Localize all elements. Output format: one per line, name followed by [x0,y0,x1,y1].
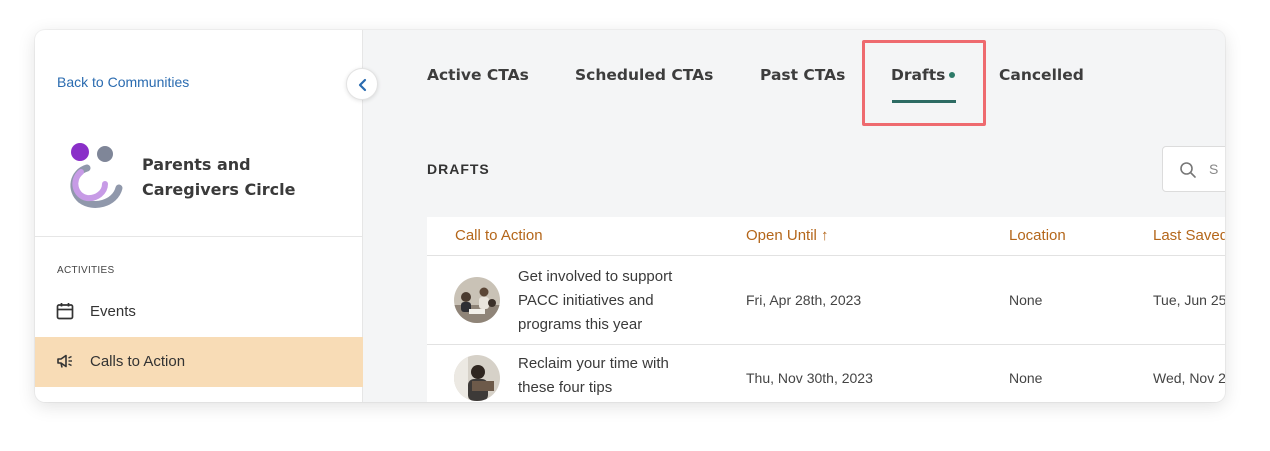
search-placeholder: S [1209,161,1219,177]
tab-cancelled[interactable]: Cancelled [999,66,1084,84]
cell-open-until: Thu, Nov 30th, 2023 [746,370,873,386]
column-header-location[interactable]: Location [1009,227,1066,244]
tab-past-ctas[interactable]: Past CTAs [760,66,845,84]
collapse-sidebar-button[interactable] [346,68,378,100]
search-input[interactable]: S [1162,146,1225,192]
search-icon [1180,162,1196,178]
page-title: DRAFTS [427,161,490,177]
column-header-last-saved[interactable]: Last Saved [1153,227,1225,244]
sidebar: Back to Communities Parents and Caregive… [35,30,363,402]
cta-title[interactable]: Reclaim your time with these four tips [518,352,708,400]
app-window: Back to Communities Parents and Caregive… [35,30,1225,402]
tab-scheduled-ctas[interactable]: Scheduled CTAs [575,66,713,84]
community-name: Parents and Caregivers Circle [142,155,296,199]
main-content: Active CTAs Scheduled CTAs Past CTAs Dra… [363,30,1225,402]
drafts-table: Call to Action Open Until ↑ Location Las… [427,217,1225,402]
cell-last-saved: Wed, Nov 2 [1153,370,1225,386]
calendar-icon [56,303,74,320]
sidebar-divider [35,236,363,237]
table-row[interactable]: Get involved to support PACC initiatives… [427,256,1225,344]
section-label-activities: ACTIVITIES [57,265,115,276]
column-header-open-until[interactable]: Open Until ↑ [746,227,829,244]
cell-location: None [1009,370,1043,386]
tab-active-ctas[interactable]: Active CTAs [427,66,529,84]
cell-last-saved: Tue, Jun 25th [1153,292,1225,308]
highlight-box [862,40,986,126]
sidebar-item-events[interactable]: Events [35,287,363,337]
cta-thumbnail [454,277,500,323]
back-to-communities-link[interactable]: Back to Communities [57,74,189,90]
cta-thumbnail [454,355,500,401]
cta-title[interactable]: Get involved to support PACC initiatives… [518,265,708,337]
sidebar-item-label: Calls to Action [90,353,186,370]
table-row[interactable]: Reclaim your time with these four tips T… [427,345,1225,402]
sidebar-item-calls-to-action[interactable]: Calls to Action [35,337,363,387]
chevron-left-icon [358,78,367,92]
column-header-call-to-action[interactable]: Call to Action [455,227,543,244]
cell-location: None [1009,292,1043,308]
sidebar-item-label: Events [90,303,136,320]
cell-open-until: Fri, Apr 28th, 2023 [746,292,862,308]
community-logo [70,143,123,208]
megaphone-icon [57,354,72,368]
